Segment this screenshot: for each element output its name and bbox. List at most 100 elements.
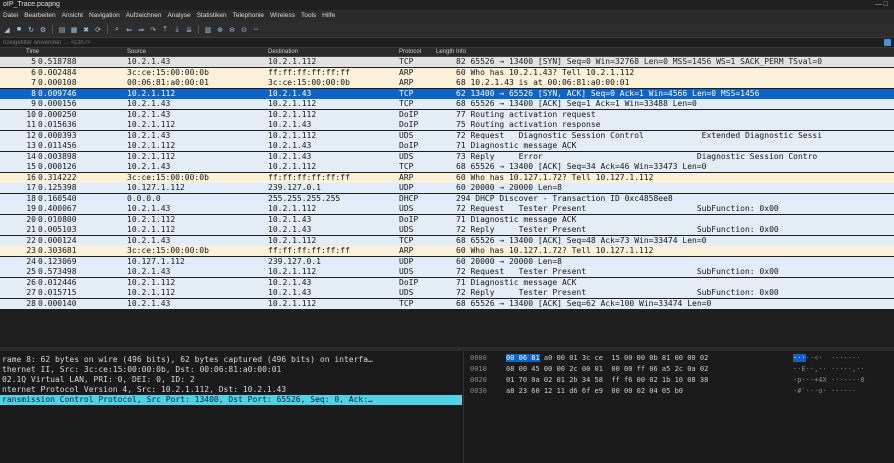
packet-row[interactable]: 10 0.000250 10.2.1.43 10.2.1.112 DoIP 77 Rout…: [0, 109, 894, 120]
packet-bytes-pane: 0000 00 06 81 a0 00 01 3c ce 15 00 00 0b …: [463, 351, 894, 463]
packet-destination: 10.2.1.43: [268, 151, 312, 161]
packet-info: 71 Diagnostic message ACK: [456, 214, 577, 224]
packet-row[interactable]: 9 0.000156 10.2.1.43 10.2.1.112 TCP 68 65526 …: [0, 99, 894, 109]
close-file-icon[interactable]: ✖: [82, 26, 90, 34]
options-icon[interactable]: ⚙: [39, 26, 47, 34]
detail-tree-item[interactable]: rame 8: 62 bytes on wire (496 bits), 62 …: [2, 355, 373, 365]
detail-tree-item[interactable]: thernet II, Src: 3c:ce:15:00:00:0b, Dst:…: [2, 365, 281, 375]
zoom-in-icon[interactable]: ⊕: [216, 26, 224, 34]
menu-item-tools[interactable]: Tools: [301, 12, 316, 19]
detail-tree-item[interactable]: nternet Protocol Version 4, Src: 10.2.1.…: [2, 385, 286, 395]
packet-source: 10.127.1.112: [127, 256, 185, 266]
menu-item-datei[interactable]: Datei: [3, 12, 18, 19]
packet-row[interactable]: 20 0.010800 10.2.1.112 10.2.1.43 DoIP 71 Diag…: [0, 214, 894, 225]
display-filter-input[interactable]: [1, 38, 881, 47]
packet-row[interactable]: 25 0.573498 10.2.1.43 10.2.1.112 UDS 72 Reque…: [0, 267, 894, 277]
packet-row[interactable]: 16 0.314222 3c:ce:15:00:00:0b ff:ff:ff:ff:f…: [0, 172, 894, 183]
ascii-bytes[interactable]: ··E··,·· ·····,··: [793, 364, 865, 375]
goto-icon[interactable]: ↷: [149, 26, 157, 34]
menu-item-navigation[interactable]: Navigation: [89, 12, 120, 19]
packet-source: 3c:ce:15:00:00:0b: [127, 172, 209, 182]
packet-row[interactable]: 26 0.012446 10.2.1.112 10.2.1.43 DoIP 71 Diag…: [0, 277, 894, 288]
column-header-source[interactable]: Source: [127, 48, 146, 57]
packet-row[interactable]: 18 0.160540 0.0.0.0 255.255.255.255 DHCP 294 …: [0, 193, 894, 204]
hex-bytes-highlight[interactable]: 00 06 81: [506, 354, 540, 362]
menu-item-hilfe[interactable]: Hilfe: [322, 12, 335, 19]
packet-number: 9: [31, 99, 36, 108]
hex-bytes[interactable]: 00 06 81 a0 00 01 3c ce 15 00 00 0b 81 0…: [506, 353, 708, 364]
restart-icon[interactable]: ↻: [27, 26, 35, 34]
menu-item-wireless[interactable]: Wireless: [270, 12, 295, 19]
packet-row[interactable]: 22 0.000124 10.2.1.43 10.2.1.112 TCP 68 65526…: [0, 235, 894, 246]
hex-bytes[interactable]: 08 00 45 00 00 2c 00 01 00 00 ff 06 a5 2…: [506, 364, 708, 375]
packet-row[interactable]: 8 0.009746 10.2.1.112 10.2.1.43 TCP 62 13400 …: [0, 88, 894, 99]
last-icon[interactable]: ⤓: [173, 26, 181, 34]
hex-bytes[interactable]: 01 70 0a 02 01 2b 34 58 ff f6 00 02 1b 1…: [506, 375, 708, 386]
packet-info: 72 Request Diagnostic Session Control Ex…: [456, 130, 823, 140]
ascii-bytes[interactable]: ·····<· ·······: [793, 353, 860, 364]
packet-info: 60 20000 → 20000 Len=8: [456, 256, 562, 266]
menu-item-bearbeiten[interactable]: Bearbeiten: [24, 12, 55, 19]
packet-info: 62 13400 → 65526 [SYN, ACK] Seq=0 Ack=1 …: [456, 88, 760, 98]
hex-bytes[interactable]: a8 23 60 12 11 d6 6f e9 00 00 02 04 05 b…: [506, 386, 683, 397]
packet-row[interactable]: 21 0.005103 10.2.1.112 10.2.1.43 UDS 72 Reply…: [0, 225, 894, 235]
packet-row[interactable]: 17 0.125398 10.127.1.112 239.127.0.1 UDP 60 2…: [0, 183, 894, 193]
packet-time: 0.400067: [38, 204, 77, 213]
ascii-bytes[interactable]: ·#`···o· ······: [793, 386, 856, 397]
packet-row[interactable]: 23 0.303681 3c:ce:15:00:00:0b ff:ff:ff:ff:f…: [0, 246, 894, 256]
column-header-protocol[interactable]: Protocol: [399, 48, 421, 57]
packet-row[interactable]: 14 0.003898 10.2.1.112 10.2.1.43 UDS 73 Reply…: [0, 151, 894, 162]
forward-icon[interactable]: ⇒: [137, 26, 145, 34]
packet-protocol: TCP: [399, 99, 414, 108]
packet-row[interactable]: 27 0.015715 10.2.1.112 10.2.1.43 UDS 72 Reply…: [0, 288, 894, 298]
packet-row[interactable]: 15 0.000126 10.2.1.43 10.2.1.112 TCP 68 65526…: [0, 162, 894, 172]
resize-columns-icon[interactable]: ⇔: [252, 26, 260, 34]
menu-item-statistiken[interactable]: Statistiken: [197, 12, 227, 19]
menu-item-aufzeichnen[interactable]: Aufzeichnen: [126, 12, 162, 19]
menu-item-telephonie[interactable]: Telephonie: [233, 12, 264, 19]
packet-protocol: TCP: [399, 88, 414, 98]
packet-source: 10.2.1.112: [127, 141, 176, 150]
back-icon[interactable]: ⇐: [125, 26, 133, 34]
packet-row[interactable]: 13 0.011456 10.2.1.112 10.2.1.43 DoIP 71 Diag…: [0, 141, 894, 151]
packet-source: 10.2.1.112: [127, 151, 176, 161]
packet-row[interactable]: 12 0.000393 10.2.1.43 10.2.1.112 UDS 72 Reque…: [0, 130, 894, 141]
reload-icon[interactable]: ⟳: [94, 26, 102, 34]
detail-tree-item[interactable]: ransmission Control Protocol, Src Port: …: [0, 395, 462, 405]
stop-icon[interactable]: ■: [15, 26, 23, 34]
packet-row[interactable]: 5 0.518788 10.2.1.43 10.2.1.112 TCP 82 65526 …: [0, 57, 894, 67]
find-icon[interactable]: ⌕: [113, 26, 121, 34]
autoscroll-icon[interactable]: ⇊: [185, 26, 193, 34]
open-file-icon[interactable]: ▤: [58, 26, 66, 34]
packet-row[interactable]: 7 0.000108 00:06:81:a0:00:01 3c:ce:15:00:00…: [0, 78, 894, 88]
packet-number: 10: [26, 109, 36, 119]
packet-source: 10.2.1.43: [127, 57, 171, 66]
column-header-time[interactable]: Time: [26, 48, 39, 57]
ascii-bytes-highlight[interactable]: ···: [793, 354, 806, 362]
menu-item-analyse[interactable]: Analyse: [167, 12, 190, 19]
packet-time: 0.000126: [38, 162, 77, 171]
menu-item-ansicht[interactable]: Ansicht: [62, 12, 83, 19]
ascii-bytes[interactable]: ·p···+4X ·······8: [793, 375, 865, 386]
packet-row[interactable]: 24 0.123069 10.127.1.112 239.127.0.1 UDP 60 2…: [0, 256, 894, 267]
first-icon[interactable]: ⤒: [161, 26, 169, 34]
packet-row[interactable]: 19 0.400067 10.2.1.43 10.2.1.112 UDS 72 Reque…: [0, 204, 894, 214]
packet-row[interactable]: 28 0.000140 10.2.1.43 10.2.1.112 TCP 68 65526…: [0, 298, 894, 309]
shark-fin-icon[interactable]: ◢: [3, 26, 11, 34]
column-header-destination[interactable]: Destination: [268, 48, 298, 57]
save-icon[interactable]: ▦: [70, 26, 78, 34]
column-header-length-info[interactable]: Length Info: [436, 48, 466, 57]
zoom-out-icon[interactable]: ⊖: [228, 26, 236, 34]
packet-source: 10.2.1.43: [127, 109, 171, 119]
colorize-icon[interactable]: ▥: [204, 26, 212, 34]
packet-info: 72 Request Tester Present SubFunction: 0…: [456, 204, 779, 213]
apply-filter-icon[interactable]: [884, 39, 891, 46]
zoom-reset-icon[interactable]: ⊙: [240, 26, 248, 34]
packet-number: 19: [26, 204, 36, 213]
packet-row[interactable]: 11 0.015636 10.2.1.112 10.2.1.43 DoIP 75 Rout…: [0, 120, 894, 130]
detail-tree-item[interactable]: 02.1Q Virtual LAN, PRI: 0, DEI: 0, ID: 2: [2, 375, 195, 385]
packet-protocol: UDS: [399, 225, 414, 234]
packet-row[interactable]: 6 0.002484 3c:ce:15:00:00:0b ff:ff:ff:ff:ff…: [0, 67, 894, 78]
window-controls[interactable]: — □: [875, 0, 888, 10]
packet-time: 0.518788: [38, 57, 77, 66]
